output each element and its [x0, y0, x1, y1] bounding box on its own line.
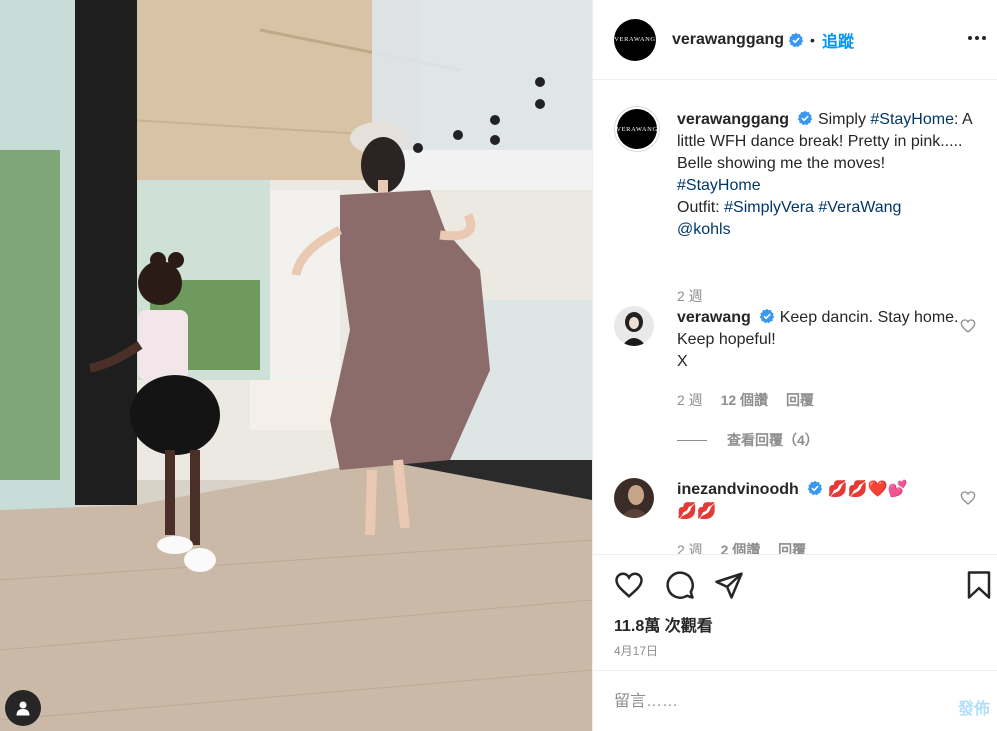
- comment-body-line2: X: [677, 353, 688, 370]
- comment-likes[interactable]: 12 個讚: [721, 392, 768, 408]
- bookmark-icon[interactable]: [964, 570, 994, 600]
- comment-text: inezandvinoodh 💋💋❤️💕 💋💋: [677, 479, 977, 523]
- video-frame: [0, 0, 592, 731]
- post-header: VERAWANG verawanggang • 追蹤: [593, 0, 997, 80]
- view-replies-label: 查看回覆（4）: [727, 432, 819, 448]
- comments-list[interactable]: VERAWANG verawanggang Simply #StayHome: …: [593, 80, 997, 554]
- add-comment-bar: 發佈: [593, 670, 997, 731]
- post-side-panel: VERAWANG verawanggang • 追蹤 VERAWANG vera…: [592, 0, 997, 731]
- caption-username[interactable]: verawanggang: [677, 111, 789, 128]
- post-date[interactable]: 4月17日: [614, 642, 658, 659]
- caption-outfit-label: Outfit:: [677, 199, 725, 216]
- comment-like-heart-icon[interactable]: [960, 318, 976, 334]
- user-tag-icon: [16, 701, 30, 716]
- commenter-avatar[interactable]: [614, 306, 654, 346]
- hashtag-link[interactable]: #StayHome: [677, 177, 761, 194]
- verified-badge-icon: [808, 480, 823, 496]
- commenter-username[interactable]: inezandvinoodh: [677, 481, 799, 498]
- comment-icon[interactable]: [665, 570, 695, 600]
- comment-meta: 2 週 2 個讚 回覆: [677, 540, 820, 554]
- view-count[interactable]: 11.8萬 次觀看: [614, 612, 713, 636]
- comment-likes[interactable]: 2 個讚: [721, 542, 761, 554]
- hashtag-link[interactable]: #StayHome: [870, 111, 954, 128]
- comment-input[interactable]: [614, 691, 914, 713]
- comment-emojis-line2: 💋💋: [677, 503, 717, 520]
- action-bar: 11.8萬 次觀看 4月17日: [593, 554, 997, 670]
- caption-time[interactable]: 2 週: [677, 288, 703, 304]
- caption-meta: 2 週: [677, 286, 717, 306]
- view-replies-button[interactable]: 查看回覆（4）: [677, 430, 819, 450]
- mention-link[interactable]: @kohls: [677, 221, 731, 238]
- author-username[interactable]: verawanggang: [672, 31, 784, 49]
- follow-button[interactable]: 追蹤: [822, 28, 854, 52]
- share-icon[interactable]: [714, 570, 744, 600]
- reply-button[interactable]: 回覆: [786, 392, 814, 408]
- comment-time[interactable]: 2 週: [677, 392, 703, 408]
- replies-divider: [677, 439, 707, 441]
- verified-badge-icon: [760, 308, 775, 324]
- heart-icon[interactable]: [614, 570, 644, 600]
- post-comment-button[interactable]: 發佈: [958, 695, 990, 719]
- user-tag-button[interactable]: [5, 690, 41, 726]
- comment-time[interactable]: 2 週: [677, 542, 703, 554]
- verified-badge-icon: [798, 110, 813, 126]
- caption-avatar[interactable]: VERAWANG: [614, 106, 660, 152]
- more-options-icon[interactable]: [965, 26, 989, 50]
- commenter-username[interactable]: verawang: [677, 309, 751, 326]
- hashtag-link[interactable]: #SimplyVera: [724, 199, 814, 216]
- reply-button[interactable]: 回覆: [778, 542, 806, 554]
- author-avatar[interactable]: VERAWANG: [614, 18, 656, 61]
- comment-like-heart-icon[interactable]: [960, 490, 976, 506]
- comment-emojis: 💋💋❤️💕: [827, 481, 908, 498]
- comment-text: verawang Keep dancin. Stay home. Keep ho…: [677, 307, 977, 373]
- verified-badge-icon: [788, 32, 804, 47]
- post-video[interactable]: [0, 0, 592, 731]
- caption-text: verawanggang Simply #StayHome: A little …: [677, 109, 977, 241]
- comment-meta: 2 週 12 個讚 回覆: [677, 390, 828, 410]
- header-separator: •: [810, 31, 815, 48]
- caption-lead: Simply: [817, 111, 871, 128]
- commenter-avatar[interactable]: [614, 478, 654, 518]
- hashtag-link[interactable]: #VeraWang: [818, 199, 901, 216]
